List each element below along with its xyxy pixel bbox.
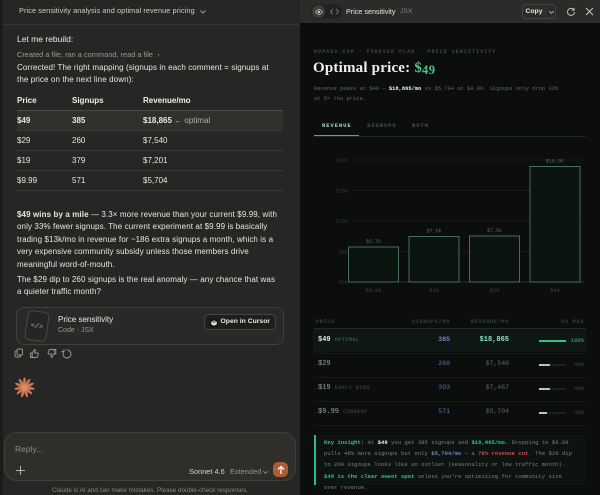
svg-text:$0k: $0k — [339, 280, 348, 286]
svg-text:$7.5k: $7.5k — [426, 229, 441, 235]
svg-text:$5k: $5k — [339, 250, 348, 256]
svg-text:$19: $19 — [429, 288, 439, 294]
svg-text:$49: $49 — [550, 288, 560, 294]
svg-text:$18.9k: $18.9k — [546, 159, 564, 165]
svg-text:$7.5k: $7.5k — [487, 228, 502, 234]
svg-text:$29: $29 — [490, 288, 500, 294]
svg-text:$10k: $10k — [336, 219, 348, 225]
svg-text:$20k: $20k — [336, 158, 348, 164]
svg-text:$5.7k: $5.7k — [366, 239, 381, 245]
svg-text:$15k: $15k — [336, 189, 348, 195]
svg-text:$9.99: $9.99 — [365, 288, 381, 294]
